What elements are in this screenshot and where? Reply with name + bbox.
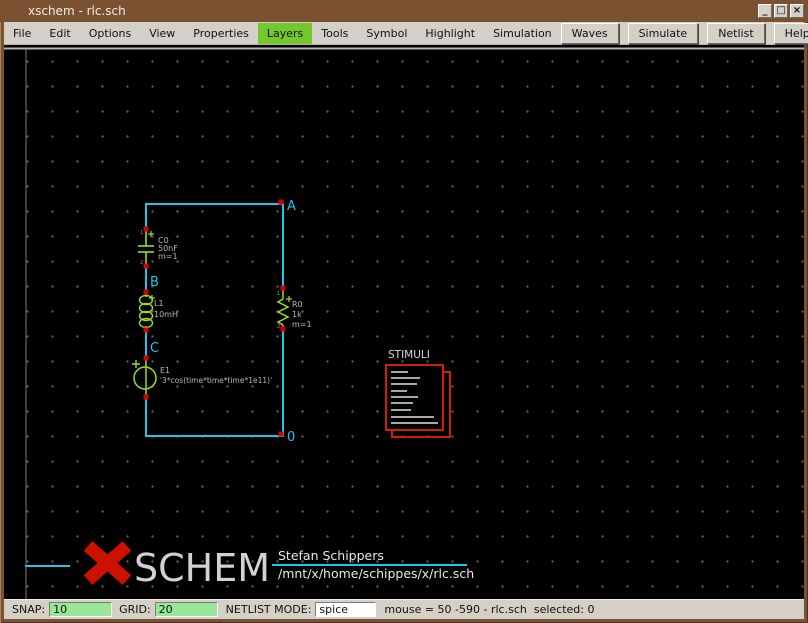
close-button[interactable]: × [790,4,804,18]
logo-wordmark: SCHEM [134,546,270,590]
canvas-top-rule [4,48,804,50]
author-text: Stefan Schippers [278,548,384,563]
res-name: R0 [292,300,303,309]
menu-simulation[interactable]: Simulation [484,23,561,44]
grid-label: GRID: [119,603,151,616]
statusbar: SNAP: 10 GRID: 20 NETLIST MODE: spice mo… [4,599,804,619]
cap-pin1: 1 [140,230,143,236]
snap-label: SNAP: [12,603,45,616]
cap-pin2: 2 [140,260,143,266]
maximize-button[interactable]: □ [774,4,788,18]
file-path-text: /mnt/x/home/schippes/x/rlc.sch [278,566,474,581]
source-value: '3*cos(time*time*time*1e11)' [160,376,272,385]
xschem-logo-x-icon [88,546,127,580]
menu-tools[interactable]: Tools [312,23,357,44]
grid-input[interactable]: 20 [155,602,218,617]
menu-view[interactable]: View [140,23,184,44]
maximize-icon: □ [776,6,785,16]
res-value: 1k [292,310,302,319]
toolbar-buttons: Waves Simulate Netlist Help [561,23,808,44]
close-icon: × [793,6,801,16]
window-controls: _ □ × [758,4,804,18]
source-e1[interactable]: E1 '3*cos(time*time*time*1e11)' [132,358,272,397]
node-label-a[interactable]: A [287,199,296,214]
xschem-window: xschem - rlc.sch _ □ × File Edit Options… [0,0,808,623]
titlebar[interactable]: xschem - rlc.sch _ □ × [0,0,808,22]
waves-button[interactable]: Waves [561,23,619,44]
source-name: E1 [160,366,170,375]
ind-value: 10mH [154,310,178,319]
node-label-b[interactable]: B [150,275,159,290]
node-label-c[interactable]: C [150,341,159,356]
res-pin2: 2 [277,324,280,330]
netlist-mode-label: NETLIST MODE: [226,603,312,616]
minimize-icon: _ [763,6,768,16]
menu-layers[interactable]: Layers [258,23,312,44]
node-label-gnd[interactable]: 0 [287,430,295,445]
cap-mult: m=1 [158,252,178,261]
netlist-button[interactable]: Netlist [707,23,764,44]
help-button[interactable]: Help [774,23,808,44]
netlist-mode-input[interactable]: spice [315,602,376,617]
res-mult: m=1 [292,320,312,329]
window-title: xschem - rlc.sch [28,4,126,18]
snap-input[interactable]: 10 [49,602,112,617]
inductor-l1[interactable]: L1 10mH [140,292,179,330]
status-text: mouse = 50 -590 - rlc.sch selected: 0 [384,603,594,616]
stimuli-label: STIMULI [388,349,430,361]
menu-highlight[interactable]: Highlight [416,23,484,44]
res-pin1: 1 [277,291,280,297]
resistor-r0[interactable]: 1 2 R0 1k m=1 [277,288,312,330]
schematic-drawing: 1 2 C0 50nF m=1 L1 10mH [4,45,804,599]
capacitor-c0[interactable]: 1 2 C0 50nF m=1 [138,229,178,266]
menu-properties[interactable]: Properties [184,23,258,44]
menu-options[interactable]: Options [80,23,140,44]
menu-edit[interactable]: Edit [40,23,79,44]
plus-icon [148,231,154,237]
ind-name: L1 [154,299,164,308]
menu-file[interactable]: File [4,23,40,44]
schematic-canvas[interactable]: 1 2 C0 50nF m=1 L1 10mH [4,45,804,599]
plus-icon [132,360,140,368]
stimuli-block[interactable]: STIMULI [386,349,450,437]
minimize-button[interactable]: _ [758,4,772,18]
xschem-logo: SCHEM Stefan Schippers /mnt/x/home/schip… [25,546,474,590]
simulate-button[interactable]: Simulate [628,23,699,44]
menubar: File Edit Options View Properties Layers… [4,22,804,45]
menu-symbol[interactable]: Symbol [357,23,416,44]
